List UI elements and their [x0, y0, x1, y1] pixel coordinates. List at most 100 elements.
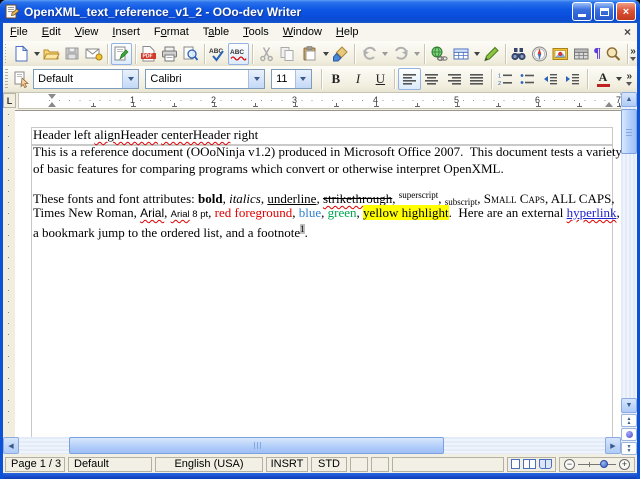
redo-button[interactable]	[389, 43, 421, 65]
zoom-slider-handle[interactable]	[600, 459, 609, 468]
cut-button[interactable]	[256, 43, 277, 65]
status-language[interactable]: English (USA)	[155, 456, 263, 472]
zoom-out-button[interactable]: −	[564, 458, 575, 470]
menu-item-file[interactable]: File	[3, 24, 35, 40]
status-selection-mode[interactable]: STD	[311, 456, 347, 472]
next-page-button[interactable]: ▼ ▼	[621, 442, 637, 455]
vertical-ruler[interactable]	[3, 110, 15, 437]
status-hyperlink-mode[interactable]	[350, 456, 368, 472]
email-button[interactable]	[83, 43, 104, 65]
title-bar[interactable]: OpenXML_text_reference_v1_2 - OOo-dev Wr…	[0, 0, 640, 23]
status-modified-flag[interactable]	[371, 456, 389, 472]
document-line[interactable]: a bookmark jump to the ordered list, and…	[33, 221, 621, 240]
spellcheck-button[interactable]: ABC	[207, 43, 228, 65]
first-line-indent-marker[interactable]	[48, 94, 56, 99]
horizontal-scroll-thumb[interactable]	[69, 437, 444, 454]
increase-indent-button[interactable]	[561, 68, 583, 90]
horizontal-scrollbar[interactable]: ◀ ▶	[3, 437, 621, 454]
document-line[interactable]: of basic features for comparing programs…	[33, 160, 621, 177]
previous-page-button[interactable]: ▲ ▲	[621, 414, 637, 427]
minimize-button[interactable]	[572, 2, 592, 21]
vertical-scroll-thumb[interactable]	[621, 109, 637, 154]
styles-and-formatting-button[interactable]	[11, 68, 33, 90]
horizontal-scroll-track[interactable]	[19, 437, 605, 454]
horizontal-ruler[interactable]: 1234567	[18, 92, 624, 109]
document-line[interactable]: This is a reference document (OOoNinja v…	[33, 143, 621, 160]
left-indent-marker[interactable]	[48, 102, 56, 107]
new-document-button[interactable]	[9, 43, 41, 65]
tab-stop-selector[interactable]: L	[3, 93, 16, 108]
align-right-button[interactable]	[443, 68, 465, 90]
undo-button[interactable]	[357, 43, 389, 65]
font-name-select[interactable]: Calibri	[145, 69, 266, 89]
font-color-button[interactable]: A	[591, 68, 623, 90]
document-text[interactable]: Header left alignHeader centerHeader rig…	[33, 127, 621, 240]
vertical-scrollbar[interactable]: ▲ ▼ ▲ ▲ ▼ ▼	[621, 92, 637, 455]
single-page-view-button[interactable]	[511, 459, 520, 469]
document-line[interactable]	[33, 177, 621, 187]
data-sources-button[interactable]	[571, 43, 592, 65]
status-page-number[interactable]: Page 1 / 3	[5, 456, 65, 472]
auto-spellcheck-button[interactable]: ABC	[228, 42, 250, 65]
scroll-right-button[interactable]: ▶	[605, 437, 621, 454]
document-line[interactable]: These fonts and font attributes: bold, i…	[33, 187, 621, 207]
export-pdf-button[interactable]: PDF	[138, 43, 159, 65]
chevron-down-icon[interactable]	[294, 70, 311, 88]
hyperlink-button[interactable]	[428, 43, 449, 65]
align-left-button[interactable]	[398, 68, 421, 90]
gallery-button[interactable]	[550, 43, 571, 65]
scroll-down-button[interactable]: ▼	[621, 398, 637, 413]
status-page-style[interactable]: Default	[68, 456, 152, 472]
status-insert-mode[interactable]: INSRT	[266, 456, 308, 472]
justify-button[interactable]	[465, 68, 487, 90]
document-page[interactable]: Header left alignHeader centerHeader rig…	[15, 110, 621, 438]
open-button[interactable]	[41, 43, 62, 65]
menu-item-edit[interactable]: Edit	[35, 24, 68, 40]
close-document-icon[interactable]: ×	[624, 25, 631, 39]
menu-item-format[interactable]: Format	[147, 24, 196, 40]
menu-item-table[interactable]: Table	[196, 24, 236, 40]
bold-button[interactable]: B	[325, 68, 347, 90]
align-center-button[interactable]	[421, 68, 443, 90]
vertical-scroll-track[interactable]	[621, 107, 637, 398]
menu-item-tools[interactable]: Tools	[236, 24, 276, 40]
scroll-left-button[interactable]: ◀	[3, 437, 19, 454]
italic-button[interactable]: I	[347, 68, 369, 90]
font-size-select[interactable]: 11	[271, 69, 312, 89]
menu-item-window[interactable]: Window	[276, 24, 329, 40]
zoom-in-button[interactable]: +	[619, 458, 630, 470]
copy-button[interactable]	[277, 43, 298, 65]
document-header-line[interactable]: Header left alignHeader centerHeader rig…	[33, 127, 621, 143]
underline-button[interactable]: U	[369, 68, 391, 90]
book-view-button[interactable]	[539, 459, 552, 469]
close-button[interactable]: ×	[616, 2, 636, 21]
toolbar-overflow-button[interactable]: »	[630, 46, 636, 61]
chevron-down-icon[interactable]	[248, 70, 265, 88]
draw-functions-button[interactable]	[481, 43, 502, 65]
paragraph-style-select[interactable]: Default	[33, 69, 140, 89]
page-preview-button[interactable]	[180, 43, 201, 65]
menu-item-view[interactable]: View	[68, 24, 106, 40]
menu-item-insert[interactable]: Insert	[105, 24, 147, 40]
paste-button[interactable]	[298, 43, 330, 65]
navigation-button[interactable]	[621, 428, 637, 441]
nonprinting-characters-button[interactable]: ¶	[592, 43, 603, 65]
toolbar-grip[interactable]	[5, 43, 7, 64]
maximize-button[interactable]	[594, 2, 614, 21]
right-indent-marker[interactable]	[605, 102, 613, 107]
multi-page-view-button[interactable]	[523, 459, 536, 469]
toolbar-overflow-button[interactable]: »	[623, 72, 637, 86]
find-replace-button[interactable]	[508, 43, 529, 65]
save-button[interactable]	[62, 43, 83, 65]
navigator-button[interactable]	[529, 43, 550, 65]
decrease-indent-button[interactable]	[539, 68, 561, 90]
document-line[interactable]: Times New Roman, Arial, Arial 8 pt, red …	[33, 204, 621, 221]
menu-item-help[interactable]: Help	[329, 24, 366, 40]
bullet-list-button[interactable]	[517, 68, 539, 90]
edit-file-button[interactable]	[110, 42, 132, 65]
insert-table-button[interactable]	[449, 43, 481, 65]
zoom-button[interactable]	[603, 43, 624, 65]
chevron-down-icon[interactable]	[122, 70, 139, 88]
print-button[interactable]	[159, 43, 180, 65]
toolbar-grip[interactable]	[5, 69, 8, 89]
